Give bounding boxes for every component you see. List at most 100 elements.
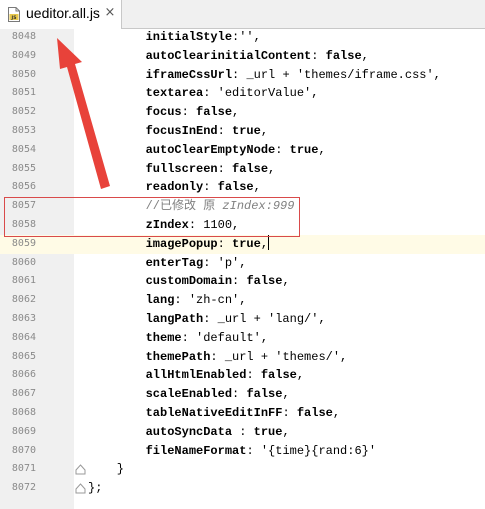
editor-window: JS ueditor.all.js × 8048 initialStyle:''… [0, 0, 485, 509]
comma: , [282, 424, 290, 439]
comma: , [282, 274, 290, 289]
code-line[interactable]: 8066 allHtmlEnabled: false, [0, 366, 485, 385]
fold-end-icon[interactable] [75, 464, 86, 475]
property-key: scaleEnabled [145, 387, 233, 402]
code-line[interactable]: 8055 fullscreen: false, [0, 160, 485, 179]
line-number: 8072 [11, 482, 36, 494]
code-text: themePath: _url + 'themes/', [88, 348, 348, 367]
property-separator: : [275, 142, 290, 157]
comma: , [311, 86, 319, 101]
property-key: tableNativeEditInFF [145, 405, 283, 420]
comma: , [318, 142, 326, 157]
code-line[interactable]: 8070 fileNameFormat: '{time}{rand:6}' [0, 442, 485, 461]
fold-end-icon[interactable] [75, 483, 86, 494]
tab-ueditor-all-js[interactable]: JS ueditor.all.js × [0, 0, 122, 29]
line-number: 8051 [11, 87, 36, 99]
property-separator: : [232, 274, 247, 289]
property-value: '{time}{rand:6}' [260, 443, 377, 458]
code-line[interactable]: 8052 focus: false, [0, 103, 485, 122]
code-line[interactable]: 8065 themePath: _url + 'themes/', [0, 348, 485, 367]
line-number: 8056 [11, 181, 36, 193]
code-area[interactable]: 8048 initialStyle:'', 8049 autoCleariniti… [0, 28, 485, 498]
code-text: enterTag: 'p', [88, 254, 247, 273]
code-line[interactable]: 8071 } [0, 460, 485, 479]
property-key: imagePopup [145, 236, 218, 251]
property-key: zIndex [145, 217, 189, 232]
comma: , [260, 123, 269, 138]
property-value: 'default' [196, 330, 261, 345]
line-number: 8060 [11, 256, 36, 268]
property-key: autoSyncData [145, 424, 233, 439]
line-number: 8067 [11, 388, 36, 400]
code-line[interactable]: 8048 initialStyle:'', [0, 28, 485, 47]
line-number: 8055 [11, 162, 36, 174]
property-key: fileNameFormat [145, 443, 247, 458]
tab-label: ueditor.all.js [26, 5, 100, 21]
text-cursor [268, 234, 270, 250]
tab-close-button[interactable]: × [103, 6, 117, 20]
code-text: autoSyncData : true, [88, 423, 290, 442]
property-value: true [232, 236, 261, 251]
property-key: autoClearinitialContent [145, 48, 312, 63]
js-file-icon: JS [8, 7, 20, 22]
code-text: tableNativeEditInFF: false, [88, 404, 340, 423]
property-separator: : [232, 67, 247, 82]
comma: , [239, 293, 247, 308]
property-separator: : [203, 86, 218, 101]
property-value: true [253, 424, 283, 439]
code-line[interactable]: 8059 imagePopup: true, [0, 234, 485, 254]
code-line[interactable]: 8072}; [0, 479, 485, 498]
property-separator: : [311, 48, 326, 63]
property-value: '' [239, 30, 254, 44]
comma: , [268, 161, 276, 176]
property-key: enterTag [145, 255, 204, 270]
code-line[interactable]: 8056 readonly: false, [0, 178, 485, 197]
code-comment-code: zIndex:999 [222, 199, 295, 214]
code-line[interactable]: 8061 customDomain: false, [0, 272, 485, 291]
code-line[interactable]: 8054 autoClearEmptyNode: true, [0, 141, 485, 160]
property-value: false [196, 105, 233, 120]
code-line[interactable]: 8058 zIndex: 1100, [0, 216, 485, 235]
property-separator: : [217, 236, 233, 251]
svg-text:JS: JS [11, 15, 17, 21]
code-text: iframeCssUrl: _url + 'themes/iframe.css'… [88, 66, 441, 85]
code-line[interactable]: 8050 iframeCssUrl: _url + 'themes/iframe… [0, 66, 485, 85]
code-line[interactable]: 8049 autoClearinitialContent: false, [0, 47, 485, 66]
code-line[interactable]: 8057 //已修改 原 zIndex:999 [0, 197, 485, 216]
code-line[interactable]: 8067 scaleEnabled: false, [0, 385, 485, 404]
property-key: readonly [145, 180, 204, 195]
property-separator: : [188, 217, 204, 232]
code-line[interactable]: 8069 autoSyncData : true, [0, 423, 485, 442]
property-value: _url + 'lang/' [217, 311, 319, 326]
code-text: imagePopup: true, [88, 234, 270, 254]
line-number: 8057 [11, 200, 36, 212]
property-separator: : [217, 161, 233, 176]
code-line[interactable]: 8060 enterTag: 'p', [0, 254, 485, 273]
line-number: 8052 [11, 106, 36, 118]
tab-bar: JS ueditor.all.js × [0, 0, 485, 29]
code-line[interactable]: 8063 langPath: _url + 'lang/', [0, 310, 485, 329]
property-key: allHtmlEnabled [145, 368, 247, 383]
line-number: 8048 [11, 31, 36, 42]
property-key: focus [145, 105, 182, 120]
code-text: fileNameFormat: '{time}{rand:6}' [88, 442, 376, 461]
code-text: textarea: 'editorValue', [88, 84, 319, 103]
property-value: false [246, 387, 283, 402]
code-line[interactable]: 8053 focusInEnd: true, [0, 122, 485, 141]
code-text: autoClearinitialContent: false, [88, 47, 369, 66]
code-line[interactable]: 8062 lang: 'zh-cn', [0, 291, 485, 310]
code-text: focusInEnd: true, [88, 122, 268, 141]
comma: , [332, 405, 341, 420]
property-key: initialStyle [145, 30, 233, 44]
code-line[interactable]: 8064 theme: 'default', [0, 329, 485, 348]
code-text: } [88, 460, 124, 479]
code-line[interactable]: 8051 textarea: 'editorValue', [0, 84, 485, 103]
property-separator: : [203, 180, 218, 195]
code-text: zIndex: 1100, [88, 216, 240, 235]
code-line[interactable]: 8068 tableNativeEditInFF: false, [0, 404, 485, 423]
property-separator: : [210, 349, 225, 364]
property-value: _url + 'themes/' [224, 349, 341, 364]
property-value: 'zh-cn' [188, 293, 240, 308]
code-text: fullscreen: false, [88, 160, 276, 179]
line-number: 8061 [11, 275, 36, 287]
